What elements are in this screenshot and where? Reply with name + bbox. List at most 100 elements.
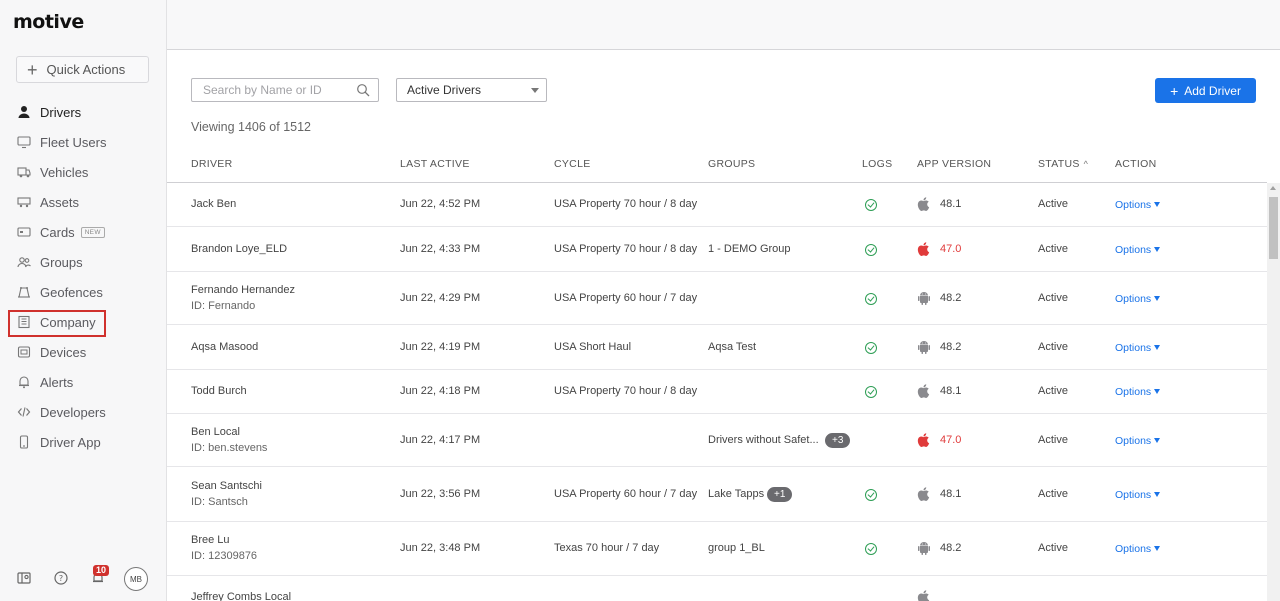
driver-name[interactable]: Sean Santschi	[191, 480, 262, 492]
scrollbar[interactable]	[1267, 183, 1280, 601]
cycle: USA Property 70 hour / 8 day	[554, 198, 698, 210]
quick-actions-label: Quick Actions	[46, 62, 126, 77]
table-row[interactable]: Ben Local ID: ben.stevens Jun 22, 4:17 PM D…	[167, 414, 1267, 467]
options-dropdown[interactable]: Options	[1115, 199, 1161, 211]
cycle: USA Property 70 hour / 8 day	[554, 385, 698, 397]
android-icon	[916, 339, 932, 355]
search-box[interactable]	[191, 78, 379, 102]
options-dropdown[interactable]: Options	[1115, 386, 1161, 398]
caret-down-icon	[1154, 345, 1161, 350]
logs-ok-icon	[865, 342, 877, 354]
sidebar-item-label: Assets	[40, 194, 80, 210]
search-icon[interactable]	[356, 83, 370, 97]
table-row[interactable]: Sean Santschi ID: Santsch Jun 22, 3:56 PM U…	[167, 467, 1267, 522]
logs-ok-icon	[865, 244, 877, 256]
driver-status-value: Active Drivers	[407, 83, 482, 97]
sidebar-item-fleet-users[interactable]: Fleet Users	[0, 127, 166, 157]
add-driver-button[interactable]: + Add Driver	[1155, 78, 1256, 103]
column-cycle[interactable]: CYCLE	[554, 158, 591, 170]
code-icon	[17, 405, 31, 419]
table-row[interactable]: Jeffrey Combs Local	[167, 576, 1267, 601]
table-row[interactable]: Fernando Hernandez ID: Fernando Jun 22, 4:…	[167, 272, 1267, 325]
options-label: Options	[1115, 435, 1152, 447]
table-row[interactable]: Bree Lu ID: 12309876 Jun 22, 3:48 PM Texas …	[167, 522, 1267, 576]
top-bar	[167, 0, 1280, 50]
column-last-active[interactable]: LAST ACTIVE	[400, 158, 470, 170]
app-version: 47.0	[940, 434, 962, 446]
add-driver-label: Add Driver	[1184, 83, 1241, 98]
driver-name[interactable]: Brandon Loye_ELD	[191, 243, 287, 255]
last-active: Jun 22, 4:29 PM	[400, 292, 481, 304]
map-icon[interactable]	[17, 571, 31, 585]
caret-down-icon	[1154, 202, 1161, 207]
group-name: Lake Tapps	[708, 488, 765, 500]
status-text: Active	[1038, 341, 1068, 353]
apple-icon	[916, 432, 932, 448]
status-text: Active	[1038, 198, 1068, 210]
table-row[interactable]: Aqsa Masood Jun 22, 4:19 PM USA Short Haul…	[167, 325, 1267, 370]
caret-down-icon	[1154, 296, 1161, 301]
table-row[interactable]: Brandon Loye_ELD Jun 22, 4:33 PM USA Prope…	[167, 227, 1267, 272]
sort-up-icon: ^	[1083, 159, 1089, 169]
options-dropdown[interactable]: Options	[1115, 244, 1161, 256]
options-label: Options	[1115, 386, 1152, 398]
options-dropdown[interactable]: Options	[1115, 342, 1161, 354]
last-active: Jun 22, 4:18 PM	[400, 385, 481, 397]
status-text: Active	[1038, 385, 1068, 397]
options-dropdown[interactable]: Options	[1115, 543, 1161, 555]
apple-icon	[916, 589, 932, 601]
scrollbar-thumb[interactable]	[1269, 197, 1278, 259]
avatar[interactable]: MB	[124, 567, 148, 591]
notification-badge: 10	[93, 565, 110, 576]
driver-status-select[interactable]: Active Drivers	[396, 78, 547, 102]
table-row[interactable]: Jack Ben Jun 22, 4:52 PM USA Property 70 h…	[167, 183, 1267, 227]
options-dropdown[interactable]: Options	[1115, 489, 1161, 501]
caret-down-icon	[1154, 438, 1161, 443]
column-logs[interactable]: LOGS	[862, 158, 892, 170]
more-groups-badge[interactable]: +3	[825, 433, 851, 448]
apple-icon	[916, 196, 932, 212]
scroll-up-icon[interactable]	[1270, 186, 1276, 190]
sidebar-item-groups[interactable]: Groups	[0, 247, 166, 277]
sidebar-item-alerts[interactable]: Alerts	[0, 367, 166, 397]
group-name: Aqsa Test	[708, 341, 757, 353]
cycle: USA Property 70 hour / 8 day	[554, 243, 698, 255]
android-icon	[916, 290, 932, 306]
quick-actions-button[interactable]: + Quick Actions	[16, 56, 149, 83]
caret-down-icon	[531, 88, 539, 93]
search-input[interactable]	[203, 83, 353, 97]
options-dropdown[interactable]: Options	[1115, 435, 1161, 447]
sidebar-item-assets[interactable]: Assets	[0, 187, 166, 217]
driver-name[interactable]: Ben Local	[191, 426, 240, 438]
driver-name[interactable]: Jeffrey Combs Local	[191, 591, 291, 601]
sidebar-item-drivers[interactable]: Drivers	[0, 97, 166, 127]
sidebar-item-geofences[interactable]: Geofences	[0, 277, 166, 307]
table-row[interactable]: Todd Burch Jun 22, 4:18 PM USA Property 70…	[167, 370, 1267, 414]
app-version: 48.2	[940, 542, 962, 554]
sidebar-item-vehicles[interactable]: Vehicles	[0, 157, 166, 187]
driver-name[interactable]: Fernando Hernandez	[191, 284, 295, 296]
column-app-version[interactable]: APP VERSION	[917, 158, 991, 170]
app-version: 48.1	[940, 198, 962, 210]
motive-logo[interactable]: motive	[13, 11, 84, 33]
column-status[interactable]: STATUS ^	[1038, 158, 1088, 170]
driver-name[interactable]: Bree Lu	[191, 534, 230, 546]
plus-icon: +	[1170, 82, 1179, 99]
sidebar-item-cards[interactable]: Cards NEW	[0, 217, 166, 247]
driver-name[interactable]: Todd Burch	[191, 385, 247, 397]
column-groups[interactable]: GROUPS	[708, 158, 755, 170]
driver-name[interactable]: Jack Ben	[191, 198, 236, 210]
help-icon[interactable]: ?	[54, 571, 68, 585]
cycle: Texas 70 hour / 7 day	[554, 542, 660, 554]
options-label: Options	[1115, 489, 1152, 501]
more-groups-badge[interactable]: +1	[767, 487, 793, 502]
logs-ok-icon	[865, 386, 877, 398]
sidebar-item-devices[interactable]: Devices	[0, 337, 166, 367]
sidebar-item-developers[interactable]: Developers	[0, 397, 166, 427]
last-active: Jun 22, 3:48 PM	[400, 542, 481, 554]
driver-name[interactable]: Aqsa Masood	[191, 341, 258, 353]
last-active: Jun 22, 3:56 PM	[400, 488, 481, 500]
column-driver[interactable]: DRIVER	[191, 158, 232, 170]
sidebar-item-driver-app[interactable]: Driver App	[0, 427, 166, 457]
options-dropdown[interactable]: Options	[1115, 293, 1161, 305]
